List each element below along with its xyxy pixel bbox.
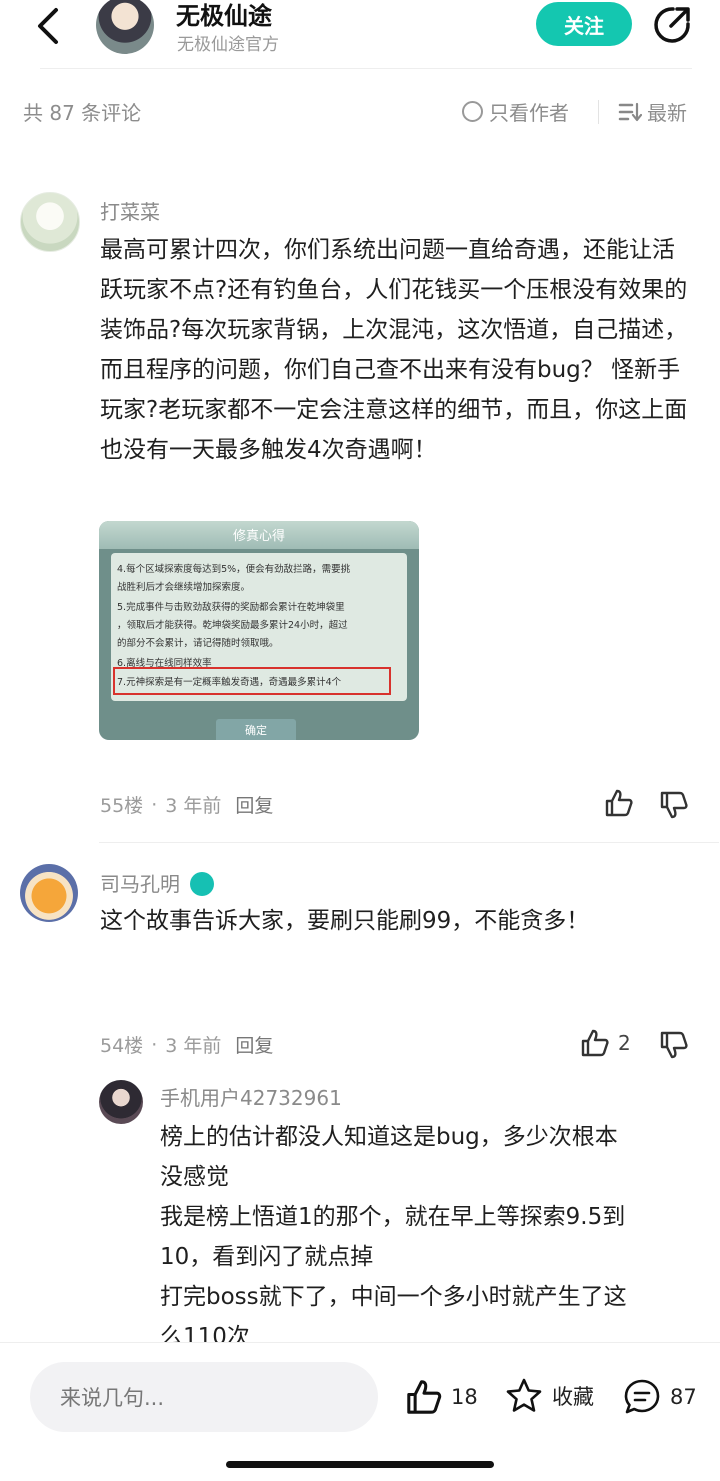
page-title: 无极仙途 (176, 2, 272, 30)
comment-input[interactable]: 来说几句... (30, 1362, 378, 1432)
share-icon (654, 7, 690, 43)
comment-username[interactable]: 司马孔明 (100, 872, 180, 896)
thumbs-up-icon (581, 1029, 609, 1057)
top-bar: 无极仙途 无极仙途官方 关注 (0, 0, 720, 68)
image-line: 5.完成事件与击败劲敌获得的奖励都会累计在乾坤袋里 (117, 602, 345, 613)
reply-button[interactable]: 回复 (235, 791, 273, 818)
comment-image[interactable]: 修真心得 4.每个区域探索度每达到5%，便会有劲敌拦路，需要挑 战胜利后才会继续… (99, 521, 419, 740)
comment-divider (99, 842, 719, 843)
share-button[interactable] (651, 4, 693, 46)
image-line: 4.每个区域探索度每达到5%，便会有劲敌拦路，需要挑 (117, 564, 351, 575)
reply-line: 打完boss就下了，中间一个多小时就产生了这 (160, 1284, 627, 1310)
comment-button[interactable]: 87 (622, 1377, 697, 1417)
floor-number: 55楼 (100, 795, 144, 817)
dislike-button[interactable] (659, 790, 689, 820)
thumbs-up-icon (605, 789, 633, 817)
reply-button[interactable]: 回复 (235, 1031, 273, 1058)
star-icon (506, 1378, 542, 1412)
sort-icon (618, 102, 642, 121)
avatar[interactable] (99, 1080, 143, 1124)
comment-count: 共 87 条评论 (23, 101, 142, 125)
reply-line: 没感觉 (160, 1164, 229, 1190)
game-avatar[interactable] (96, 0, 154, 54)
image-line: 战胜利后才会继续增加探索度。 (117, 582, 251, 593)
comment-meta: 54楼 · 3 年前 回复 (100, 1031, 273, 1058)
comment-username-row: 司马孔明 (100, 868, 214, 898)
author-only-label: 只看作者 (489, 101, 569, 125)
like-post-button[interactable]: 18 (405, 1378, 478, 1416)
favorite-label: 收藏 (552, 1385, 594, 1409)
sort-toggle[interactable]: 最新 (618, 97, 687, 126)
like-count: 2 (618, 1031, 631, 1055)
comment-count: 87 (670, 1385, 697, 1409)
author-only-toggle[interactable]: 只看作者 (462, 97, 569, 126)
comment-meta: 55楼 · 3 年前 回复 (100, 791, 273, 818)
dislike-button[interactable] (659, 1030, 689, 1060)
comment-username[interactable]: 打菜菜 (100, 196, 160, 225)
comment-bubble-icon (624, 1379, 660, 1414)
avatar[interactable] (20, 864, 78, 922)
chevron-left-icon (38, 8, 58, 44)
dot-separator: · (151, 1033, 158, 1056)
like-button[interactable] (604, 788, 634, 818)
reply-line: 我是榜上悟道1的那个，就在早上等探索9.5到 (160, 1204, 626, 1230)
sort-label: 最新 (647, 101, 687, 125)
image-confirm-button: 确定 (216, 719, 296, 740)
verified-badge-icon (190, 871, 214, 896)
reply-line: 10，看到闪了就点掉 (160, 1244, 374, 1270)
thumbs-up-icon (407, 1380, 442, 1414)
back-button[interactable] (30, 4, 70, 48)
image-line: ，领取后才能获得。乾坤袋奖励最多累计24小时，超过 (117, 620, 348, 631)
comment-time: 3 年前 (165, 795, 222, 817)
highlight-box (113, 667, 391, 695)
page-subtitle: 无极仙途官方 (177, 35, 279, 55)
favorite-button[interactable]: 收藏 (504, 1376, 594, 1416)
thumbs-down-icon (660, 791, 688, 819)
reply-text: 榜上的估计都没人知道这是bug，多少次根本 没感觉 我是榜上悟道1的那个，就在早… (160, 1117, 700, 1357)
floor-number: 54楼 (100, 1035, 144, 1057)
follow-button[interactable]: 关注 (536, 2, 632, 46)
thumbs-down-icon (660, 1031, 688, 1059)
dot-separator: · (151, 793, 158, 816)
header-divider (40, 68, 692, 69)
avatar[interactable] (20, 192, 80, 252)
comment-text: 最高可累计四次，你们系统出问题一直给奇遇，还能让活跃玩家不点?还有钓鱼台，人们花… (100, 237, 688, 463)
like-count: 18 (451, 1385, 478, 1409)
reply-line: 榜上的估计都没人知道这是bug，多少次根本 (160, 1124, 618, 1150)
radio-icon (462, 101, 483, 122)
home-indicator (226, 1461, 494, 1468)
comment-time: 3 年前 (165, 1035, 222, 1057)
filter-divider (598, 100, 599, 124)
comment-text: 这个故事告诉大家，要刷只能刷99，不能贪多！ (100, 908, 590, 934)
image-line: 的部分不会累计，请记得随时领取哦。 (117, 638, 279, 649)
like-button[interactable]: 2 (580, 1028, 631, 1058)
reply-username[interactable]: 手机用户42732961 (160, 1082, 342, 1111)
image-title: 修真心得 (232, 529, 285, 544)
